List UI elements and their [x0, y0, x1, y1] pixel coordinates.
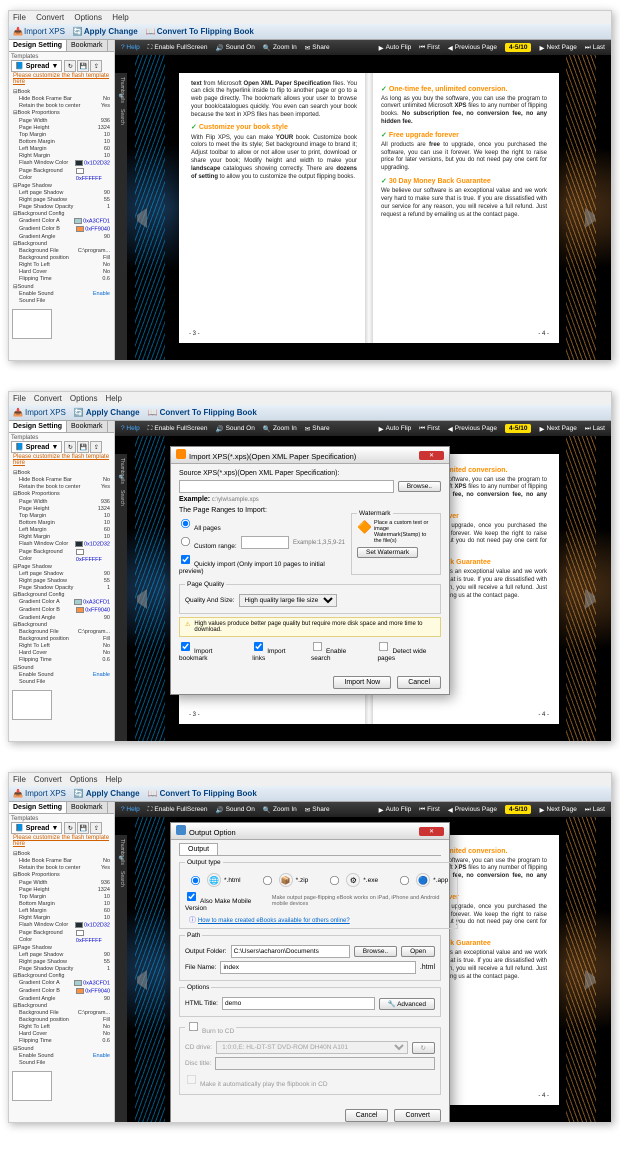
convert-flip-button[interactable]: 📖Convert To Flipping Book	[146, 27, 254, 36]
next-page-arrow[interactable]	[585, 208, 599, 228]
output-dialog-icon	[176, 825, 186, 835]
output-option-dialog: Output Option ✕ Output Output type 🌐*.htm…	[170, 822, 450, 1122]
import-dialog-title: Import XPS(*.xps)(Open XML Paper Specifi…	[189, 452, 356, 461]
disc-title-input	[215, 1057, 435, 1070]
help-button[interactable]: ? Help	[121, 44, 140, 51]
first-button[interactable]: ⏮ First	[419, 44, 440, 52]
page-quality-legend: Page Quality	[185, 581, 226, 588]
detect-wide-checkbox[interactable]: Detect wide pages	[377, 640, 441, 662]
last-button[interactable]: ⏭ Last	[585, 44, 605, 52]
page-indicator[interactable]: 4-5/10	[505, 43, 531, 52]
app-icon: 🔵	[416, 873, 430, 887]
menu-file[interactable]: File	[13, 13, 26, 22]
import-links-checkbox[interactable]: Import links	[252, 640, 297, 662]
refresh-icon: 🔄	[73, 27, 82, 36]
property-list[interactable]: ⊟Book Hide Book Frame BarNo Retain the b…	[9, 88, 114, 306]
flipbook[interactable]: text from Microsoft Open XML Paper Speci…	[179, 73, 559, 343]
menubar: File Convert Options Help	[9, 11, 611, 24]
prev-page-arrow[interactable]	[133, 208, 147, 228]
fullscreen-button[interactable]: ⛶ Enable FullScreen	[148, 44, 208, 52]
output-type-legend: Output type	[185, 859, 223, 866]
import-dialog-icon	[176, 449, 186, 459]
open-button[interactable]: Open	[401, 946, 435, 957]
main-toolbar: 📥Import XPS 🔄Apply Change 📖Convert To Fl…	[9, 24, 611, 40]
enable-search-checkbox[interactable]: Enable search	[311, 640, 363, 662]
quality-warning: High values produce better page quality …	[179, 617, 441, 637]
apply-change-button[interactable]: 🔄Apply Change	[73, 27, 138, 36]
template-save-icon[interactable]: 💾	[77, 60, 89, 72]
search-tab[interactable]: Search	[117, 109, 125, 117]
output-folder-input[interactable]	[231, 945, 350, 958]
ranges-label: The Page Ranges to Import:	[179, 507, 345, 514]
quality-select[interactable]: High quality large file size	[239, 594, 337, 607]
import-now-button[interactable]: Import Now	[333, 676, 391, 689]
autoflip-button[interactable]: ▶ Auto Flip	[379, 44, 412, 52]
all-pages-radio[interactable]: All pages	[179, 517, 221, 532]
close-button[interactable]: ✕	[419, 827, 444, 836]
advanced-button[interactable]: 🔧 Advanced	[379, 998, 435, 1010]
watermark-legend: Watermark	[357, 510, 393, 517]
filename-input[interactable]	[220, 961, 415, 974]
zoom-button[interactable]: 🔍 Zoom In	[263, 44, 297, 52]
range-input[interactable]	[241, 536, 289, 549]
browse-button[interactable]: Browse..	[354, 946, 397, 957]
autoplay-checkbox: Make it automatically play the flipbook …	[185, 1073, 328, 1088]
template-refresh-icon[interactable]: ↻	[64, 60, 76, 72]
watermark-icon: 🔶	[357, 520, 372, 534]
next-button[interactable]: ▶ Next Page	[539, 44, 576, 52]
prev-button[interactable]: ◀ Previous Page	[448, 44, 497, 52]
browse-button[interactable]: Browse..	[398, 481, 441, 492]
tab-bookmark[interactable]: Bookmark	[67, 40, 108, 51]
cancel-button[interactable]: Cancel	[345, 1109, 389, 1122]
source-input[interactable]	[179, 480, 394, 493]
menu-convert[interactable]: Convert	[36, 13, 64, 22]
burn-cd-checkbox[interactable]: Burn to CD	[187, 1028, 234, 1035]
output-html-radio[interactable]: 🌐*.html	[189, 873, 241, 887]
sound-button[interactable]: 🔊 Sound On	[215, 44, 254, 52]
viewer-toolbar: ? Help ⛶ Enable FullScreen 🔊 Sound On 🔍 …	[115, 40, 611, 55]
zip-icon: 📦	[279, 873, 293, 887]
share-button[interactable]: ✉ Share	[305, 44, 330, 52]
howto-link[interactable]: How to make created eBooks available for…	[198, 918, 350, 924]
import-xps-dialog: Import XPS(*.xps)(Open XML Paper Specifi…	[170, 446, 450, 695]
example-label: Example:	[179, 496, 210, 503]
source-label: Source XPS(*.xps)(Open XML Paper Specifi…	[179, 470, 441, 477]
import-bookmark-checkbox[interactable]: Import bookmark	[179, 640, 238, 662]
also-mobile-checkbox[interactable]: Also Make Mobile Version	[185, 890, 264, 912]
import-icon: 📥	[13, 27, 22, 36]
convert-button[interactable]: Convert	[394, 1109, 441, 1122]
book-icon: 📖	[146, 27, 155, 36]
output-tab[interactable]: Output	[179, 843, 218, 855]
output-dialog-title: Output Option	[189, 828, 236, 837]
template-select[interactable]: 📘Spread ▼	[11, 60, 62, 72]
menu-options[interactable]: Options	[74, 13, 102, 22]
set-watermark-button[interactable]: Set Watermark	[357, 547, 418, 558]
quickly-import-checkbox[interactable]: Quickly import (Only import 10 pages to …	[179, 553, 345, 575]
template-export-icon[interactable]: ⇪	[90, 60, 102, 72]
search-tab-icon[interactable]: 🔍	[117, 93, 125, 101]
cd-refresh-button: ↻	[412, 1042, 435, 1054]
thumbnails-tab[interactable]: Thumbnails	[117, 77, 125, 85]
output-exe-radio[interactable]: ⚙*.exe	[328, 873, 378, 887]
options-legend: Options	[185, 984, 211, 991]
flipbook-viewer: ? Help ⛶ Enable FullScreen 🔊 Sound On 🔍 …	[115, 40, 611, 360]
close-button[interactable]: ✕	[419, 451, 444, 460]
output-app-radio[interactable]: 🔵*.app	[398, 873, 448, 887]
output-zip-radio[interactable]: 📦*.zip	[261, 873, 309, 887]
cd-drive-select: 1:0:0,E: HL-DT-ST DVD-ROM DH40N A101	[216, 1041, 407, 1054]
menu-help[interactable]: Help	[112, 13, 128, 22]
tab-design-setting[interactable]: Design Setting	[9, 40, 67, 51]
import-xps-button[interactable]: 📥Import XPS	[13, 27, 65, 36]
info-icon: ⓘ	[189, 917, 196, 924]
exe-icon: ⚙	[346, 873, 360, 887]
path-legend: Path	[185, 932, 202, 939]
preview-thumbnail	[12, 309, 52, 339]
settings-sidebar: Design Setting Bookmark Templates 📘Sprea…	[9, 40, 115, 360]
customize-template-link[interactable]: Please customize the flash template here	[13, 73, 110, 85]
cancel-button[interactable]: Cancel	[397, 676, 441, 689]
custom-range-radio[interactable]: Custom range:	[179, 535, 237, 550]
html-title-input[interactable]	[222, 997, 375, 1010]
html-icon: 🌐	[207, 873, 221, 887]
